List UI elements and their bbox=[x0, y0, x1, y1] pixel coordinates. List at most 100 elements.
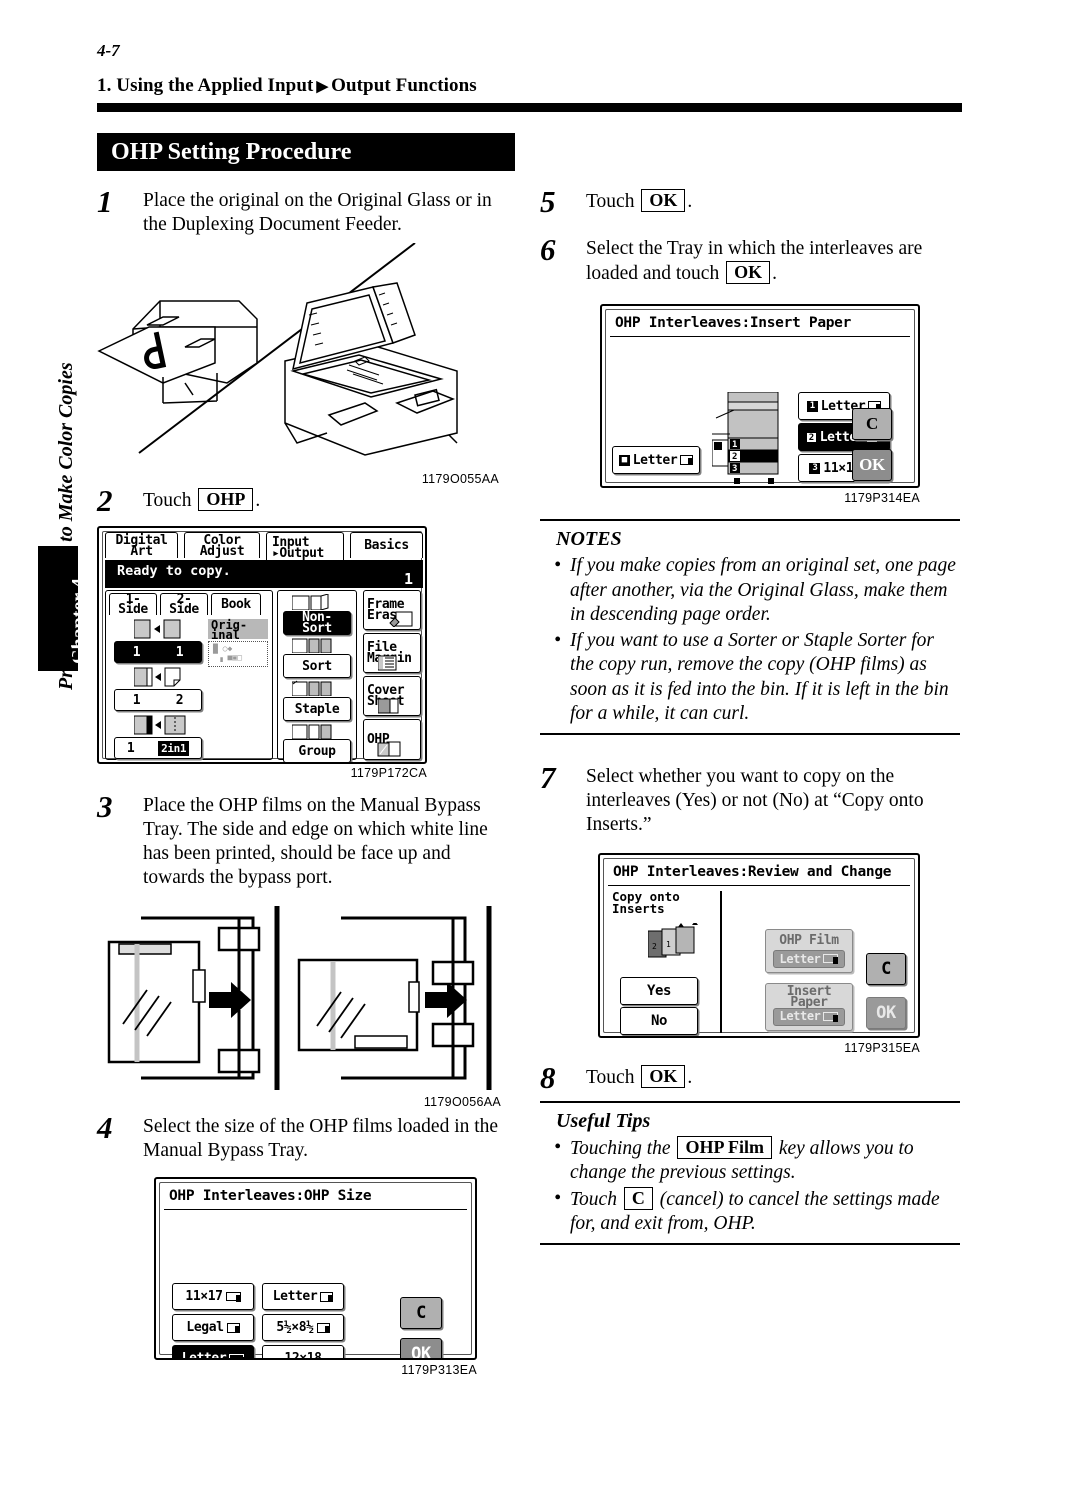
lcd-review-change-title: OHP Interleaves:Review and Change bbox=[608, 862, 910, 886]
portrait-page-icon bbox=[680, 455, 694, 465]
cancel-keycap[interactable]: C bbox=[623, 1186, 653, 1210]
tab-input-output-line2: ▸Output bbox=[272, 545, 324, 561]
ok-key-label: OK bbox=[859, 455, 885, 474]
finishing-staple[interactable]: Staple bbox=[283, 697, 351, 721]
landscape-page-icon bbox=[229, 1354, 245, 1358]
cancel-key[interactable]: C bbox=[866, 952, 906, 985]
copy-onto-inserts-label: Copy onto Inserts bbox=[612, 890, 680, 916]
finishing-sort[interactable]: Sort bbox=[283, 654, 351, 678]
cancel-key[interactable]: C bbox=[400, 1297, 442, 1329]
duplex-icon-1to1 bbox=[134, 619, 181, 639]
size-half-letter-label: 5½×8½ bbox=[276, 1320, 314, 1335]
function-frame-erase[interactable]: Frame Erase bbox=[363, 590, 421, 630]
tip-1-pre: Touching the bbox=[570, 1137, 671, 1159]
tab-input-output[interactable]: Input ▸Output bbox=[266, 532, 344, 562]
lcd-input-output[interactable]: Digital Art Color Adjust Input ▸Output B… bbox=[97, 526, 427, 764]
copy-onto-line2: Inserts bbox=[612, 900, 665, 916]
lcd-review-change[interactable]: OHP Interleaves:Review and Change Copy o… bbox=[598, 852, 920, 1038]
tab-color-adjust[interactable]: Color Adjust bbox=[184, 532, 260, 558]
section-heading-pre: 1. Using the Applied Input bbox=[97, 75, 314, 96]
lcd-ohp-size[interactable]: OHP Interleaves:OHP Size 11×17 Letter Le… bbox=[154, 1177, 477, 1360]
duplex-mode-1to2-right: 2 bbox=[175, 692, 184, 708]
step-2-post: . bbox=[255, 490, 261, 511]
lcd-ohp-size-title: OHP Interleaves:OHP Size bbox=[164, 1186, 467, 1210]
finishing-group[interactable]: Group bbox=[283, 739, 351, 762]
insert-paper-value[interactable]: Letter bbox=[773, 1007, 845, 1026]
notes-box: NOTES If you make copies from an origina… bbox=[540, 519, 960, 735]
ok-keycap[interactable]: OK bbox=[641, 1064, 686, 1088]
figure-original-placement: 1179O055AA bbox=[97, 242, 517, 488]
cancel-key-label: C bbox=[866, 414, 878, 433]
landscape-page-icon bbox=[823, 1012, 839, 1022]
size-11x17-label: 11×17 bbox=[185, 1289, 223, 1304]
tray-bypass-label: Letter bbox=[632, 452, 678, 468]
figure-3-code: 1179O056AA bbox=[423, 1095, 501, 1109]
tips-box: Useful Tips Touching the OHP Film key al… bbox=[540, 1100, 960, 1245]
ohp-film-key[interactable]: OHP Film Letter bbox=[765, 928, 853, 973]
size-letter-port[interactable]: Letter bbox=[262, 1283, 344, 1310]
duplex-mode-1to2[interactable]: 1 2 bbox=[114, 689, 202, 711]
tab-basics[interactable]: Basics bbox=[350, 532, 423, 558]
tips-top-rule bbox=[540, 1100, 960, 1103]
step-5-number: 5 bbox=[540, 184, 556, 219]
copier-illustration bbox=[97, 242, 458, 456]
duplex-tab-1side-line2: Side bbox=[118, 601, 148, 617]
step-2-number: 2 bbox=[97, 483, 113, 518]
insert-paper-line2: Paper bbox=[790, 994, 828, 1010]
function-cover-sheet[interactable]: Cover Sheet bbox=[363, 676, 421, 716]
ok-key[interactable]: OK bbox=[400, 1338, 442, 1358]
copy-onto-no[interactable]: No bbox=[620, 1006, 698, 1035]
notes-title: NOTES bbox=[556, 528, 622, 550]
duplex-mode-1to1-right: 1 bbox=[175, 644, 184, 660]
step-6-post: . bbox=[772, 263, 777, 284]
copy-onto-yes[interactable]: Yes bbox=[620, 976, 698, 1005]
tray-3-badge: 3 bbox=[809, 462, 821, 474]
function-file-margin[interactable]: File Margin bbox=[363, 633, 421, 673]
ok-key[interactable]: OK bbox=[866, 996, 906, 1029]
group-icon bbox=[292, 724, 332, 739]
duplex-tab-2side-line2: Side bbox=[169, 601, 199, 617]
section-heading: 1. Using the Applied Input ▶ Output Functi… bbox=[97, 75, 477, 97]
step-4-number: 4 bbox=[97, 1110, 113, 1145]
svg-text:3: 3 bbox=[732, 464, 737, 474]
tab-digital-art[interactable]: Digital Art bbox=[105, 532, 178, 558]
ohp-film-keycap[interactable]: OHP Film bbox=[677, 1135, 772, 1159]
duplex-mode-2in1[interactable]: 1 2in1 bbox=[114, 737, 202, 759]
step-5-post: . bbox=[687, 191, 693, 212]
size-12x18[interactable]: 12×18 bbox=[262, 1345, 344, 1358]
tray-bypass[interactable]: ■ Letter bbox=[612, 446, 700, 474]
ohp-film-value[interactable]: Letter bbox=[773, 949, 845, 968]
figure-insert-paper-panel: OHP Interleaves:Insert Paper 1 2 3 ■ Let… bbox=[600, 304, 960, 505]
size-letter-land-selected[interactable]: Letter bbox=[172, 1345, 254, 1358]
size-legal-port[interactable]: Legal bbox=[172, 1314, 254, 1341]
page-title: OHP Setting Procedure bbox=[111, 139, 352, 165]
ohp-keycap[interactable]: OHP bbox=[198, 488, 254, 511]
svg-text:2: 2 bbox=[732, 452, 737, 462]
step-6-text: Select the Tray in which the interleaves… bbox=[586, 233, 958, 286]
step-8-post: . bbox=[687, 1066, 693, 1088]
finishing-non-sort-line2: Sort bbox=[302, 621, 332, 636]
ok-keycap[interactable]: OK bbox=[726, 261, 771, 284]
duplex-tab-1side[interactable]: 1- Side bbox=[109, 593, 157, 617]
tab-digital-art-line2: Art bbox=[130, 543, 153, 559]
insert-paper-key[interactable]: Insert Paper Letter bbox=[765, 982, 853, 1031]
duplex-tab-book[interactable]: Book bbox=[211, 593, 261, 615]
finishing-group-line1: Group bbox=[298, 743, 336, 759]
chapter-side-title: Professional Way to Make Color Copies bbox=[55, 362, 77, 690]
ok-key[interactable]: OK bbox=[852, 449, 892, 481]
size-half-letter[interactable]: 5½×8½ bbox=[262, 1314, 344, 1341]
step-7-text: Select whether you want to copy on the i… bbox=[586, 765, 924, 835]
svg-text:1: 1 bbox=[666, 940, 671, 949]
finishing-sort-line1: Sort bbox=[302, 658, 332, 674]
finishing-non-sort[interactable]: Non- Sort bbox=[283, 611, 351, 635]
duplex-mode-1to1[interactable]: 1 1 bbox=[114, 641, 202, 663]
duplex-tab-2side[interactable]: 2- Side bbox=[160, 593, 208, 617]
step-3-number: 3 bbox=[97, 789, 113, 824]
size-11x17-land[interactable]: 11×17 bbox=[172, 1283, 254, 1310]
step-8: 8 Touch OK. bbox=[540, 1061, 960, 1093]
figure-film-orientation: 1179O056AA bbox=[97, 900, 517, 1115]
tray-1-badge: 1 bbox=[806, 400, 818, 412]
ok-keycap[interactable]: OK bbox=[641, 189, 686, 212]
cancel-key[interactable]: C bbox=[852, 408, 892, 440]
function-ohp[interactable]: OHP bbox=[363, 719, 421, 760]
